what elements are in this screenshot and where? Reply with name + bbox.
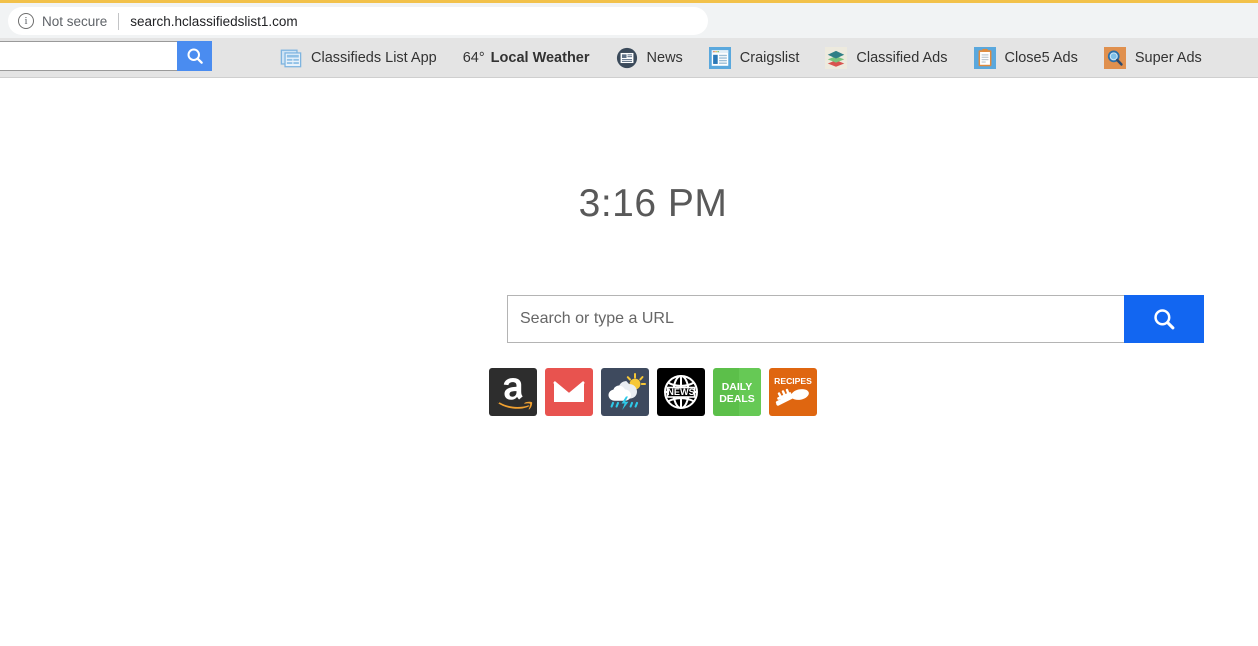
toolbar-link-label: Close5 Ads (1004, 50, 1078, 66)
daily-deals-icon: DAILY DEALS (713, 368, 761, 416)
toolbar-search-input[interactable] (0, 41, 177, 71)
search-input[interactable] (507, 295, 1124, 343)
clipboard-icon (973, 47, 996, 69)
browser-chrome: i Not secure search.hclassifiedslist1.co… (0, 0, 1258, 38)
toolbar-link-label: News (646, 50, 683, 66)
globe-news-icon: NEWS (657, 368, 705, 416)
tile-daily-deals[interactable]: DAILY DEALS (713, 368, 761, 416)
svg-text:DAILY: DAILY (722, 381, 753, 393)
layers-stack-icon (825, 47, 848, 69)
omnibox-divider (118, 12, 120, 30)
storm-cloud-sun-icon (601, 368, 649, 416)
toolbar-link-classifieds-list-app[interactable]: Classifieds List App (280, 38, 437, 78)
news-circle-icon (616, 47, 637, 69)
search-icon (1154, 309, 1175, 330)
toolbar-link-label: Classifieds List App (311, 50, 437, 66)
info-circle-icon[interactable]: i (18, 13, 34, 29)
svg-text:DEALS: DEALS (719, 393, 755, 405)
security-status-label: Not secure (42, 13, 108, 29)
svg-text:RECIPES: RECIPES (774, 376, 812, 386)
envelope-icon (545, 368, 593, 416)
site-toolbar: Classifieds List App 64° Local Weather N… (0, 38, 1258, 78)
tile-amazon[interactable] (489, 368, 537, 416)
main-search-row (507, 295, 1204, 343)
svg-text:NEWS: NEWS (667, 387, 695, 397)
newspaper-grid-icon (280, 49, 302, 68)
toolbar-link-label: Classified Ads (856, 50, 948, 66)
omnibox[interactable]: i Not secure search.hclassifiedslist1.co… (8, 7, 708, 35)
shortcut-tiles: NEWS DAILY DEALS RECIPES (48, 368, 1258, 416)
amazon-icon (489, 368, 537, 416)
search-icon (186, 48, 203, 64)
toolbar-link-craigslist[interactable]: Craigslist (708, 38, 800, 78)
toolbar-link-classified-ads[interactable]: Classified Ads (825, 38, 948, 78)
toolbar-link-local-weather[interactable]: 64° Local Weather (463, 38, 590, 78)
toolbar-search[interactable] (0, 41, 212, 71)
toolbar-link-label: Local Weather (490, 50, 590, 66)
toolbar-search-button[interactable] (177, 41, 212, 71)
toolbar-link-close5-ads[interactable]: Close5 Ads (973, 38, 1078, 78)
page-content: 3:16 PM Search or type a URL NEWS DAILY … (0, 78, 1258, 645)
toolbar-link-label: Craigslist (739, 50, 800, 66)
tile-recipes[interactable]: RECIPES (769, 368, 817, 416)
tile-news[interactable]: NEWS (657, 368, 705, 416)
tile-email[interactable] (545, 368, 593, 416)
toolbar-link-super-ads[interactable]: Super Ads (1103, 38, 1202, 78)
weather-temperature: 64° (462, 50, 485, 66)
toolbar-links: Classifieds List App 64° Local Weather N… (280, 38, 1228, 78)
magnifier-square-icon (1103, 47, 1126, 69)
search-button[interactable] (1124, 295, 1204, 343)
clock: 3:16 PM (0, 182, 1258, 226)
browser-window-icon (708, 47, 731, 69)
clock-time: 3:16 PM (578, 182, 728, 225)
tile-weather[interactable] (601, 368, 649, 416)
url-text: search.hclassifiedslist1.com (130, 13, 298, 29)
toolbar-link-label: Super Ads (1134, 50, 1202, 66)
recipes-icon: RECIPES (769, 368, 817, 416)
toolbar-link-news[interactable]: News (616, 38, 683, 78)
